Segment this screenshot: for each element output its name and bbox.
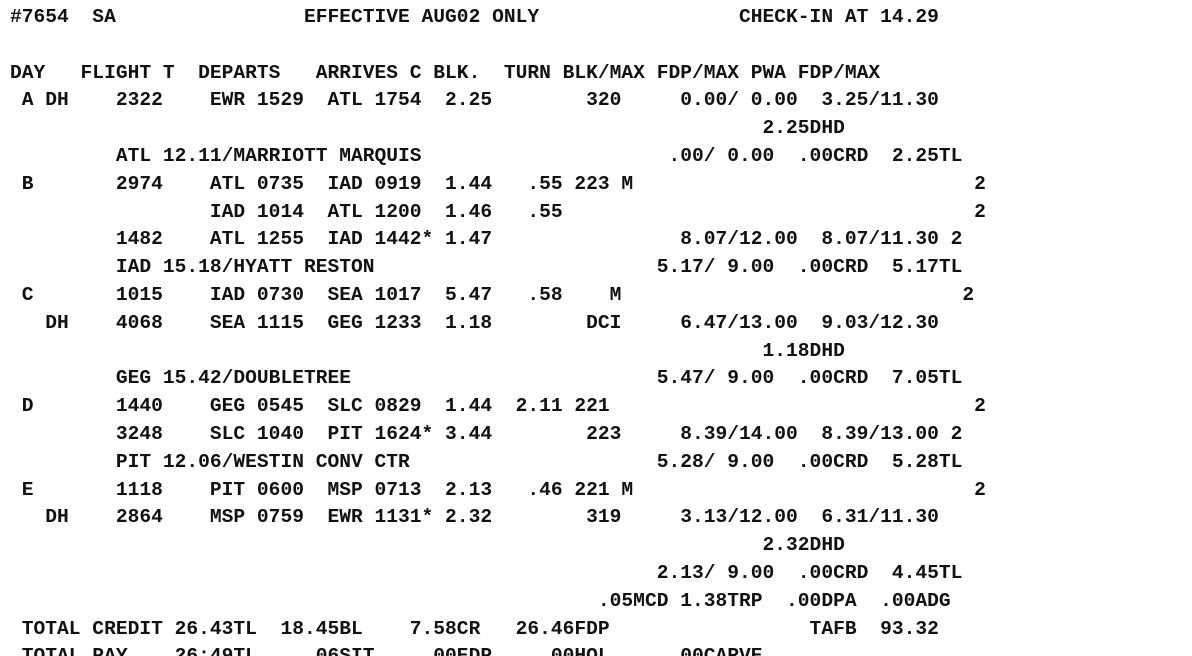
row-line: 2.13/ 9.00 .00CRD 4.45TL [10, 561, 963, 584]
row-line: 2.25DHD [10, 117, 845, 140]
row-line: IAD 1014 ATL 1200 1.46 .55 2 [10, 200, 986, 223]
row-line: D 1440 GEG 0545 SLC 0829 1.44 2.11 221 2 [10, 395, 986, 418]
row-line: 1482 ATL 1255 IAD 1442* 1.47 8.07/12.00 … [10, 228, 963, 251]
row-line: PIT 12.06/WESTIN CONV CTR 5.28/ 9.00 .00… [10, 450, 963, 473]
column-header-line: DAY FLIGHT T DEPARTS ARRIVES C BLK. TURN… [10, 61, 881, 84]
row-line: ATL 12.11/MARRIOTT MARQUIS .00/ 0.00 .00… [10, 144, 963, 167]
row-line: DH 4068 SEA 1115 GEG 1233 1.18 DCI 6.47/… [10, 311, 939, 334]
row-line: IAD 15.18/HYATT RESTON 5.17/ 9.00 .00CRD… [10, 256, 963, 279]
row-line: 3248 SLC 1040 PIT 1624* 3.44 223 8.39/14… [10, 422, 963, 445]
row-line: A DH 2322 EWR 1529 ATL 1754 2.25 320 0.0… [10, 89, 939, 112]
row-line: GEG 15.42/DOUBLETREE 5.47/ 9.00 .00CRD 7… [10, 367, 963, 390]
row-line: 1.18DHD [10, 339, 845, 362]
row-line: C 1015 IAD 0730 SEA 1017 5.47 .58 M 2 [10, 283, 975, 306]
row-line: B 2974 ATL 0735 IAD 0919 1.44 .55 223 M … [10, 172, 986, 195]
trip-header-line: #7654 SA EFFECTIVE AUG02 ONLY CHECK-IN A… [10, 6, 939, 28]
row-line: 2.32DHD [10, 534, 845, 557]
total-pay-line: TOTAL PAY 26:49TL .06SIT .00EDP .00HOL .… [10, 643, 1190, 656]
row-line: .05MCD 1.38TRP .00DPA .00ADG [10, 589, 951, 612]
total-credit-line: TOTAL CREDIT 26.43TL 18.45BL 7.58CR 26.4… [10, 617, 939, 640]
terminal-screen: #7654 SA EFFECTIVE AUG02 ONLY CHECK-IN A… [10, 4, 1190, 656]
row-line: DH 2864 MSP 0759 EWR 1131* 2.32 319 3.13… [10, 506, 939, 529]
row-line: E 1118 PIT 0600 MSP 0713 2.13 .46 221 M … [10, 478, 986, 501]
